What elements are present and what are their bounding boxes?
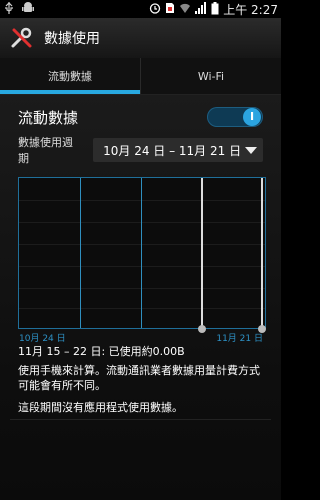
- chevron-down-icon: [245, 146, 257, 154]
- sim-icon: [165, 2, 175, 17]
- status-time: 上午 2:27: [223, 3, 278, 17]
- wifi-icon: [179, 2, 191, 17]
- grid-line: [19, 200, 265, 201]
- usage-chart: 10月 24 日 11月 21 日: [18, 177, 266, 344]
- signal-icon: [195, 2, 207, 17]
- usage-info-text: 使用手機來計算。流動通訊業者數據用量計費方式可能會有所不同。: [18, 364, 260, 392]
- tab-mobile-data[interactable]: 流動數據: [0, 58, 141, 94]
- usage-cycle-value: 10月 24 日 – 11月 21 日: [103, 143, 242, 158]
- grid-line: [19, 266, 265, 267]
- usage-cycle-row: 數據使用週期 10月 24 日 – 11月 21 日: [18, 136, 263, 165]
- alarm-icon: [149, 2, 161, 17]
- range-end-handle[interactable]: [258, 178, 266, 333]
- chart-week-line: [141, 178, 142, 328]
- toggle-knob: I: [243, 108, 261, 126]
- grid-line: [19, 308, 265, 309]
- no-app-usage-text: 這段期間沒有應用程式使用數據。: [18, 401, 183, 414]
- data-usage-panel: 流動數據 I 數據使用週期 10月 24 日 – 11月 21 日 10月 24…: [0, 95, 281, 500]
- mobile-data-label: 流動數據: [18, 108, 79, 127]
- handle-dot: [198, 325, 206, 333]
- tools-icon[interactable]: [10, 26, 34, 50]
- android-icon: [22, 2, 34, 17]
- mobile-data-toggle[interactable]: I: [207, 107, 263, 127]
- action-bar: 數據使用: [0, 18, 281, 58]
- chart-week-line: [80, 178, 81, 328]
- chart-end-label: 11月 21 日: [216, 334, 263, 344]
- grid-line: [19, 222, 265, 223]
- mobile-data-row: 流動數據 I: [18, 105, 263, 129]
- usage-summary: 11月 15 – 22 日: 已使用約0.00B: [18, 345, 185, 358]
- grid-line: [19, 244, 265, 245]
- usage-cycle-dropdown[interactable]: 10月 24 日 – 11月 21 日: [93, 138, 263, 162]
- range-start-handle[interactable]: [198, 178, 206, 333]
- usb-icon: [4, 2, 14, 17]
- tab-wifi[interactable]: Wi-Fi: [141, 58, 281, 94]
- status-bar: 上午 2:27: [0, 0, 281, 18]
- tab-label: 流動數據: [48, 70, 92, 83]
- divider: [10, 419, 271, 420]
- tab-bar: 流動數據 Wi-Fi: [0, 58, 281, 95]
- battery-icon: [211, 1, 219, 18]
- grid-line: [19, 288, 265, 289]
- page-title: 數據使用: [44, 31, 100, 47]
- usage-cycle-label: 數據使用週期: [18, 136, 73, 165]
- tab-label: Wi-Fi: [197, 69, 225, 83]
